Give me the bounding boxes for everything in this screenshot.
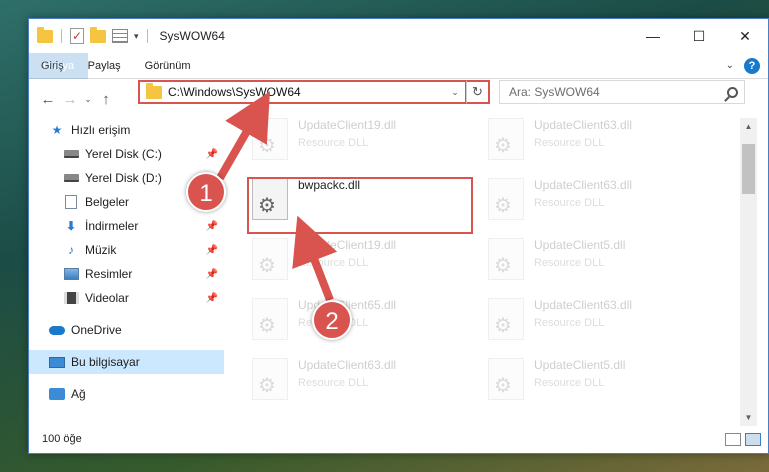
arrow-to-address-bar — [216, 91, 270, 180]
step-1-badge: 1 — [186, 172, 226, 212]
annotation-arrows — [216, 91, 338, 302]
step-2-badge: 2 — [312, 300, 352, 340]
arrow-to-file — [292, 215, 338, 302]
